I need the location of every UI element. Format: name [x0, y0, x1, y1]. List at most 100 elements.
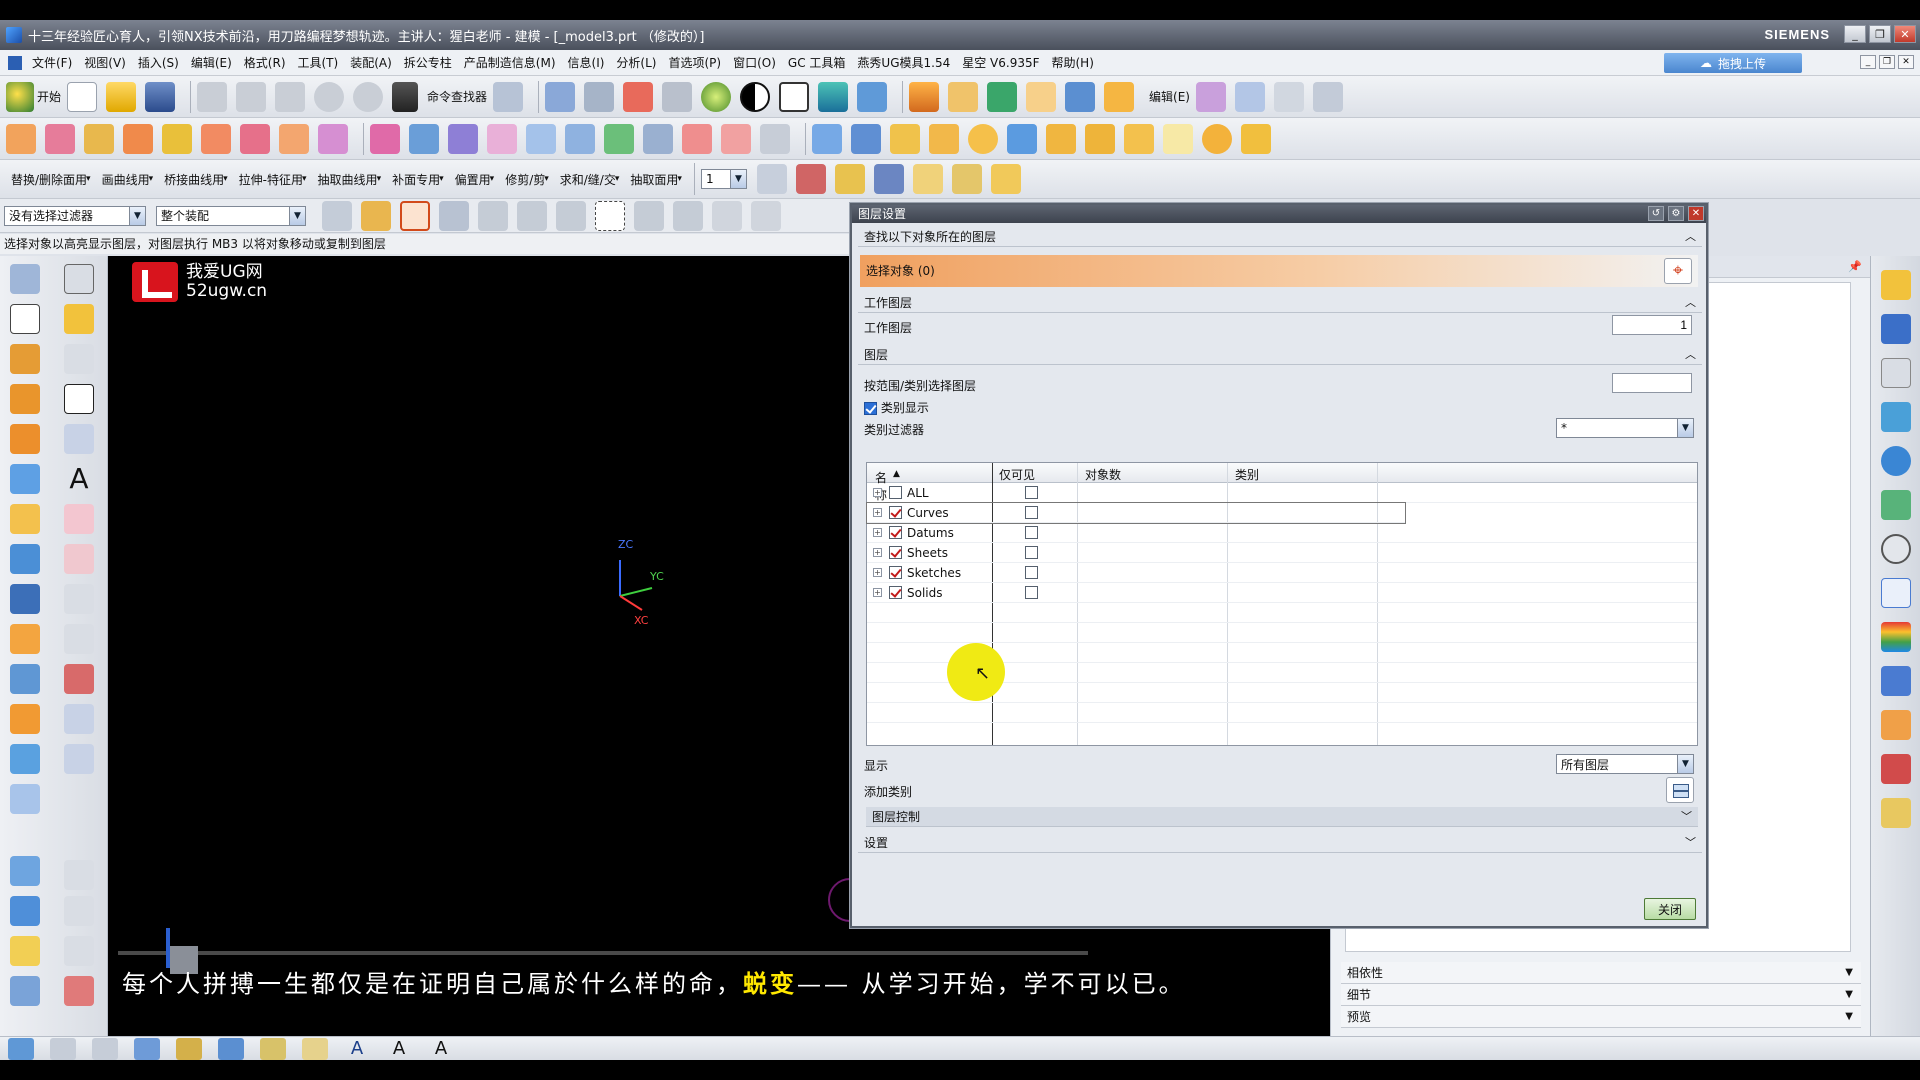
menu-window[interactable]: 窗口(O)	[727, 54, 782, 71]
menu-tools[interactable]: 工具(T)	[292, 54, 345, 71]
web-browser-icon[interactable]	[1881, 490, 1911, 520]
snap-point-icon[interactable]	[400, 200, 430, 231]
block-tool-icon[interactable]	[10, 464, 40, 494]
doc-minimize-button[interactable]: _	[1860, 55, 1876, 69]
process-studio-icon[interactable]	[1881, 622, 1911, 652]
curve-length-icon[interactable]	[64, 976, 94, 1006]
tb-patch-face[interactable]: 补面专用	[387, 171, 445, 188]
row-checkbox[interactable]	[889, 546, 902, 559]
subtract-icon[interactable]	[10, 784, 40, 814]
feature-5-icon[interactable]	[162, 123, 192, 154]
revolve-icon[interactable]	[10, 384, 40, 414]
cut-icon[interactable]	[197, 81, 228, 112]
parts-list-icon[interactable]	[493, 81, 524, 112]
layer-column-icon[interactable]	[929, 123, 959, 154]
display-combo[interactable]: 所有图层 ▼	[1556, 754, 1694, 774]
minimize-button[interactable]: _	[1844, 25, 1866, 43]
sheet-icon[interactable]	[1234, 81, 1265, 112]
panel-section-dependencies[interactable]: 相依性 ▼	[1341, 962, 1861, 984]
visible-only-checkbox[interactable]	[1025, 486, 1038, 499]
system-scene-icon[interactable]	[1881, 754, 1911, 784]
tb-bridge-curve[interactable]: 桥接曲线用	[159, 171, 229, 188]
history-icon[interactable]	[1881, 534, 1911, 564]
snap-icon[interactable]	[834, 164, 865, 194]
sketch-icon[interactable]	[10, 264, 40, 294]
close-cross-icon[interactable]	[64, 264, 94, 294]
detail-view-icon[interactable]	[218, 1037, 244, 1060]
command-finder-icon[interactable]	[392, 81, 419, 112]
menu-custom-plugin[interactable]: 拆公专柱	[398, 54, 458, 71]
table-row[interactable]: + Curves	[866, 502, 1406, 524]
hd3d-icon[interactable]	[1881, 446, 1911, 476]
row-checkbox[interactable]	[889, 486, 902, 499]
select-box-icon[interactable]	[478, 200, 508, 231]
angle-icon[interactable]	[990, 164, 1021, 194]
render-style-icon[interactable]	[701, 81, 732, 112]
gear-icon[interactable]: ⚙	[1668, 206, 1684, 221]
menu-preferences[interactable]: 首选项(P)	[662, 54, 727, 71]
mold-icon[interactable]	[909, 81, 940, 112]
tb-boolean[interactable]: 求和/缝/交	[555, 171, 621, 188]
doc-close-button[interactable]: ✕	[1898, 55, 1914, 69]
surface-9-icon[interactable]	[682, 123, 712, 154]
section-work-layer[interactable]: 工作图层 ︿	[858, 293, 1702, 313]
reuse-library-icon[interactable]	[1881, 402, 1911, 432]
text-size-icon[interactable]: A	[428, 1038, 454, 1060]
arc-icon[interactable]	[64, 424, 94, 454]
work-layer-input[interactable]	[1612, 315, 1692, 335]
tb-trim[interactable]: 修剪/剪	[500, 171, 550, 188]
pin-icon[interactable]: 📌	[1848, 260, 1862, 273]
feature-6-icon[interactable]	[201, 123, 231, 154]
block-icon[interactable]	[948, 81, 979, 112]
category-filter-combo[interactable]: * ▼	[1556, 418, 1694, 438]
sew-icon[interactable]	[10, 896, 40, 926]
background-icon[interactable]	[740, 81, 771, 112]
fillet-curve-icon[interactable]	[64, 544, 94, 574]
bracket-icon[interactable]	[1046, 123, 1076, 154]
select-assembly-icon[interactable]	[322, 200, 352, 231]
select-mode-icon[interactable]	[873, 164, 904, 194]
feature-4-icon[interactable]	[123, 123, 153, 154]
panel-section-details[interactable]: 细节 ▼	[1341, 984, 1861, 1006]
system-materials-icon[interactable]	[1881, 578, 1911, 608]
table-row[interactable]: + ALL	[867, 483, 1697, 503]
visible-only-checkbox[interactable]	[1025, 546, 1038, 559]
cube-orange-icon[interactable]	[1104, 81, 1135, 112]
section-find-objects[interactable]: 查找以下对象所在的图层 ︿	[858, 227, 1702, 247]
expand-icon[interactable]: +	[873, 548, 882, 557]
pan-icon[interactable]	[662, 81, 693, 112]
tb-draw-curve[interactable]: 画曲线用	[97, 171, 155, 188]
table-row[interactable]: + Sheets	[867, 543, 1697, 563]
close-window-button[interactable]: ✕	[1894, 25, 1916, 43]
swept-icon[interactable]	[10, 936, 40, 966]
mirror-curve-icon[interactable]	[64, 744, 94, 774]
zoom-icon[interactable]	[623, 81, 654, 112]
row-checkbox[interactable]	[889, 526, 902, 539]
paste-icon[interactable]	[275, 81, 306, 112]
col-object-count[interactable]: 对象数	[1085, 466, 1121, 483]
feature-3-icon[interactable]	[84, 123, 114, 154]
menu-file[interactable]: 文件(F)	[26, 54, 78, 71]
pattern-icon[interactable]	[10, 504, 40, 534]
project-curve-icon[interactable]	[64, 664, 94, 694]
shell-icon[interactable]	[10, 704, 40, 734]
insert-component-icon[interactable]	[987, 81, 1018, 112]
palette-icon[interactable]	[1881, 798, 1911, 828]
divide-curve-icon[interactable]	[64, 896, 94, 926]
reset-icon[interactable]: ↺	[1648, 206, 1664, 221]
text-icon[interactable]: A	[64, 464, 94, 494]
tb-extrude-feature[interactable]: 拉伸-特征用	[234, 171, 308, 188]
note-icon[interactable]	[302, 1037, 328, 1060]
cloud-upload-button[interactable]: ☁ 拖拽上传	[1664, 53, 1802, 73]
visible-only-checkbox[interactable]	[1025, 586, 1038, 599]
doc-restore-button[interactable]: ❐	[1879, 55, 1895, 69]
surface-8-icon[interactable]	[643, 123, 673, 154]
view-orient-icon[interactable]	[545, 81, 576, 112]
close-button[interactable]: 关闭	[1644, 898, 1696, 920]
menu-yanxiu-mold[interactable]: 燕秀UG模具1.54	[851, 54, 956, 71]
menu-edit[interactable]: 编辑(E)	[185, 54, 238, 71]
feature-2-icon[interactable]	[45, 123, 75, 154]
trim-body-icon[interactable]	[10, 624, 40, 654]
diagonal-icon[interactable]	[751, 200, 781, 231]
stretch-icon[interactable]	[64, 936, 94, 966]
